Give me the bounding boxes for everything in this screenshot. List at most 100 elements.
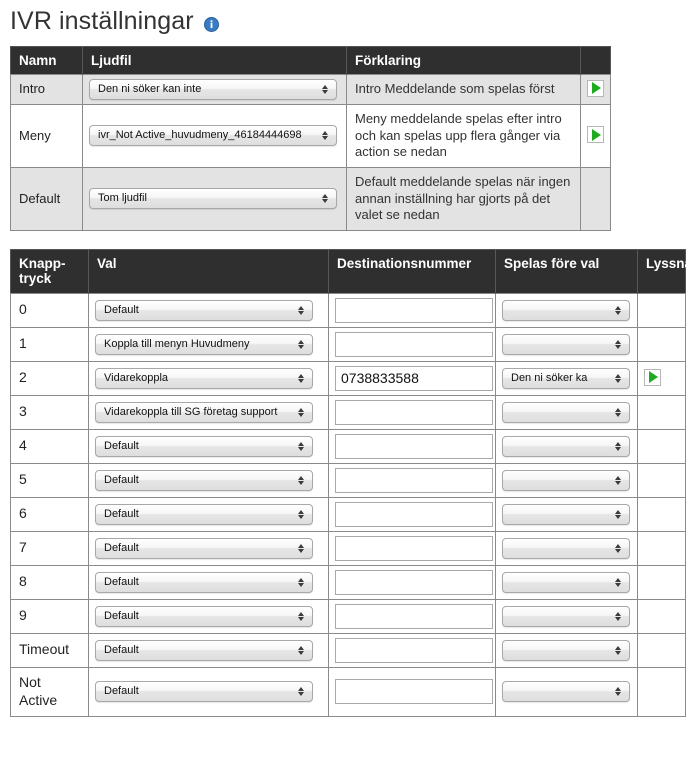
play-before-cell [495, 292, 638, 328]
choice-cell: Default [88, 462, 329, 498]
keys-table-header: Knapp-tryck Val Destinationsnummer Spela… [10, 249, 691, 294]
keypress-label: 0 [10, 292, 89, 328]
choice-select-value: Default [104, 609, 139, 622]
play-before-cell [495, 666, 638, 717]
destination-cell [328, 326, 496, 362]
table-row: 2 Vidarekoppla Den ni söker ka [10, 360, 686, 396]
play-icon [649, 371, 658, 384]
ivr-settings-page: IVR inställningar Namn Ljudfil Förklarin… [0, 0, 691, 717]
play-before-select[interactable] [502, 299, 630, 321]
destination-input[interactable] [335, 603, 493, 629]
choice-select[interactable]: Vidarekoppla [95, 367, 313, 389]
audio-row-description: Default meddelande spelas när ingen anna… [346, 166, 581, 231]
keypress-label: 6 [10, 496, 89, 532]
listen-cell [637, 530, 686, 566]
select-arrows-icon [297, 682, 306, 701]
play-before-select[interactable] [502, 605, 630, 627]
destination-input[interactable] [335, 535, 493, 561]
audio-listen-cell [580, 104, 611, 168]
choice-select-value: Default [104, 575, 139, 588]
keypress-label: 7 [10, 530, 89, 566]
play-before-select[interactable] [502, 537, 630, 559]
choice-select[interactable]: Default [95, 469, 313, 491]
play-icon-button[interactable] [644, 368, 661, 386]
table-row: 1 Koppla till menyn Huvudmeny [10, 326, 686, 362]
audio-row-name: Meny [10, 104, 83, 168]
listen-cell [637, 428, 686, 464]
choice-select[interactable]: Default [95, 537, 313, 559]
choice-select[interactable]: Default [95, 571, 313, 593]
choice-cell: Vidarekoppla [88, 360, 329, 396]
audio-file-select[interactable]: ivr_Not Active_huvudmeny_46184444698 [89, 125, 337, 147]
choice-select[interactable]: Vidarekoppla till SG företag support [95, 401, 313, 423]
col-header-val: Val [88, 249, 329, 294]
select-arrows-icon [321, 189, 330, 208]
play-before-cell [495, 598, 638, 634]
play-before-cell [495, 462, 638, 498]
select-arrows-icon [321, 80, 330, 99]
destination-input[interactable] [335, 501, 493, 527]
destination-input[interactable] [335, 331, 493, 357]
choice-select[interactable]: Default [95, 435, 313, 457]
play-before-select[interactable] [502, 401, 630, 423]
table-row: 9 Default [10, 598, 686, 634]
keypress-label: 8 [10, 564, 89, 600]
col-header-lyssna: Lyssna [637, 249, 691, 294]
destination-cell [328, 292, 496, 328]
info-circle-icon[interactable] [203, 17, 219, 33]
keypress-label: 1 [10, 326, 89, 362]
play-before-select[interactable] [502, 681, 630, 703]
choice-select[interactable]: Koppla till menyn Huvudmeny [95, 333, 313, 355]
play-icon [592, 82, 601, 95]
audio-file-cell: Den ni söker kan inte [82, 74, 347, 106]
play-before-select[interactable] [502, 639, 630, 661]
destination-input[interactable] [335, 637, 493, 663]
select-arrows-icon [321, 126, 330, 145]
play-before-select[interactable] [502, 333, 630, 355]
select-arrows-icon [614, 403, 623, 422]
select-arrows-icon [297, 505, 306, 524]
destination-input[interactable] [335, 569, 493, 595]
col-header-knapptryck: Knapp-tryck [10, 249, 89, 294]
audio-file-select[interactable]: Den ni söker kan inte [89, 79, 337, 101]
choice-select[interactable]: Default [95, 503, 313, 525]
select-arrows-icon [297, 471, 306, 490]
select-arrows-icon [297, 301, 306, 320]
choice-cell: Default [88, 496, 329, 532]
destination-input[interactable] [335, 433, 493, 459]
audio-file-select-value: Den ni söker kan inte [98, 83, 202, 96]
play-icon-button[interactable] [587, 79, 604, 97]
choice-select[interactable]: Default [95, 639, 313, 661]
table-row: 6 Default [10, 496, 686, 532]
destination-input[interactable] [335, 399, 493, 425]
keypress-settings-table: Knapp-tryck Val Destinationsnummer Spela… [10, 248, 691, 717]
table-row: 7 Default [10, 530, 686, 566]
destination-input[interactable] [335, 467, 493, 493]
listen-cell [637, 666, 686, 717]
play-before-cell [495, 564, 638, 600]
col-header-spelas-fore-val: Spelas före val [495, 249, 638, 294]
play-icon-button[interactable] [587, 126, 604, 144]
play-before-select[interactable] [502, 503, 630, 525]
listen-cell [637, 394, 686, 430]
col-header-destinationsnummer: Destinationsnummer [328, 249, 496, 294]
play-before-select[interactable] [502, 435, 630, 457]
play-before-select[interactable]: Den ni söker ka [502, 367, 630, 389]
destination-input[interactable] [335, 297, 493, 323]
choice-select[interactable]: Default [95, 681, 313, 703]
destination-cell [328, 394, 496, 430]
listen-cell [637, 360, 686, 396]
play-before-select[interactable] [502, 469, 630, 491]
table-row: Timeout Default [10, 632, 686, 668]
destination-input[interactable] [335, 365, 493, 391]
audio-file-select[interactable]: Tom ljudfil [89, 188, 337, 210]
choice-select[interactable]: Default [95, 605, 313, 627]
select-arrows-icon [297, 573, 306, 592]
audio-row-description: Intro Meddelande som spelas först [346, 74, 581, 106]
destination-input[interactable] [335, 679, 493, 705]
destination-cell [328, 428, 496, 464]
choice-cell: Default [88, 530, 329, 566]
play-before-cell [495, 394, 638, 430]
choice-select[interactable]: Default [95, 299, 313, 321]
play-before-select[interactable] [502, 571, 630, 593]
